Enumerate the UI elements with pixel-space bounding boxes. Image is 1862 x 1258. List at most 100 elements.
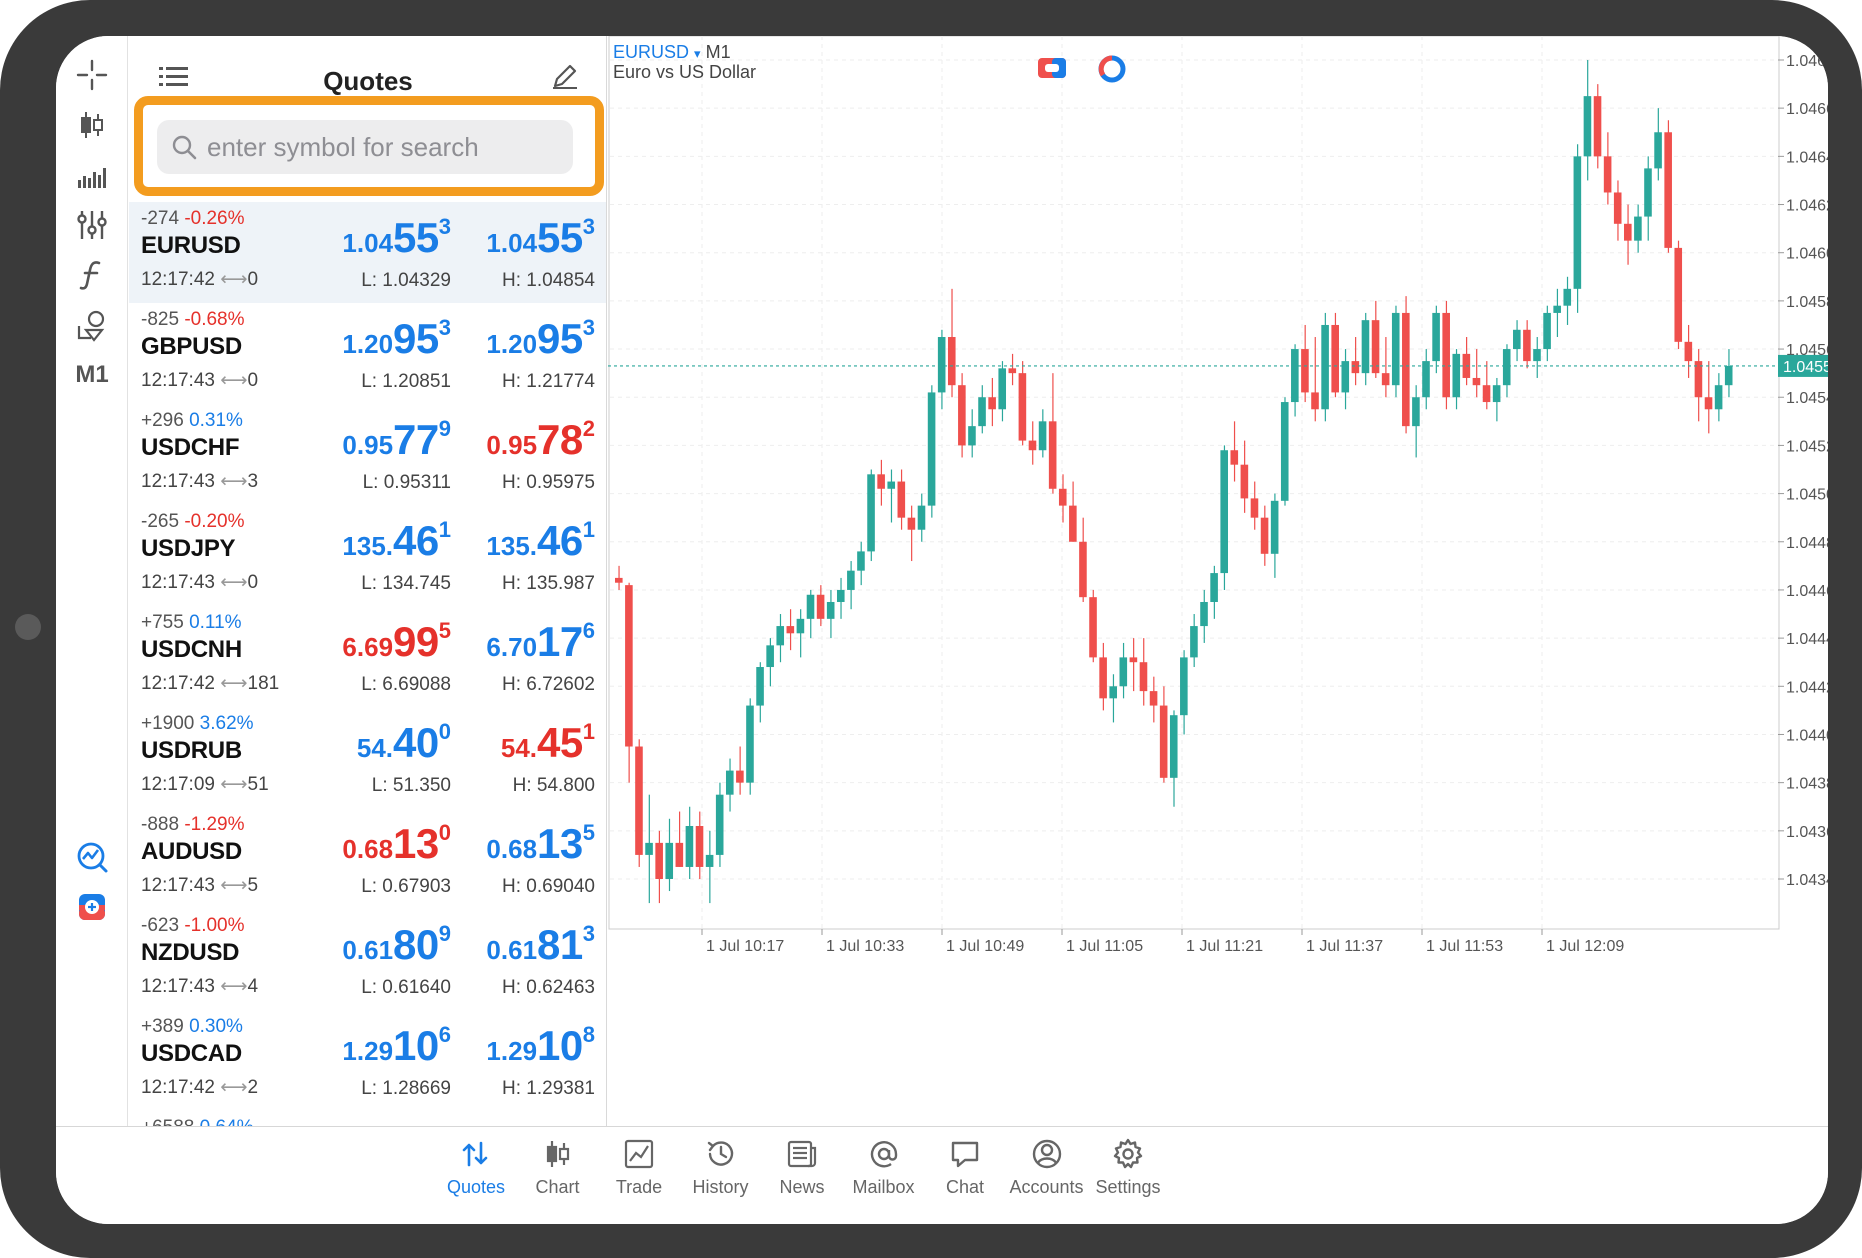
quote-row[interactable]: -265 -0.20% USDJPY 12:17:43 ⟷0 135.461 135.4… — [129, 505, 606, 606]
quote-row[interactable]: +1900 3.62% USDRUB 12:17:09 ⟷51 54.400 54.45… — [129, 707, 606, 808]
tab-label: Chart — [535, 1177, 580, 1197]
ask-price[interactable]: 0.61813 — [486, 923, 595, 966]
candle-body — [978, 397, 986, 427]
candle-body — [796, 618, 805, 634]
bid-price[interactable]: 54.400 — [357, 721, 451, 764]
quote-row[interactable]: -274 -0.26% EURUSD 12:17:42 ⟷0 1.04553 1.045… — [129, 202, 606, 303]
x-tick-label: 1 Jul 11:21 — [1186, 938, 1263, 955]
candle-body — [786, 626, 795, 634]
ask-price[interactable]: 1.29108 — [486, 1024, 595, 1067]
high-price: H: 6.72602 — [502, 674, 595, 695]
change-percent: 0.64% — [200, 1117, 254, 1126]
bid-price[interactable]: 0.68130 — [342, 822, 451, 865]
tab-settings[interactable]: Settings — [1080, 1137, 1176, 1217]
price-prefix: 0.95 — [486, 430, 538, 460]
quote-spread: 3 — [247, 471, 259, 492]
bid-price[interactable]: 6.69995 — [342, 620, 451, 663]
chart-symbol[interactable]: EURUSD ▾ M1 — [613, 42, 731, 63]
quote-row[interactable]: -888 -1.29% AUDUSD 12:17:43 ⟷5 0.68130 0.681… — [129, 808, 606, 909]
candle-body — [1432, 312, 1440, 362]
chart-area[interactable]: 1.04680 1.04660 1.04640 1.04620 1.04600 1.045… — [608, 36, 1828, 1126]
chat-bubble-icon — [951, 1141, 979, 1168]
candle-body — [1139, 662, 1148, 692]
price-prefix: 1.04 — [486, 228, 538, 258]
candle-body — [958, 385, 966, 446]
function-icon[interactable] — [56, 250, 128, 300]
ask-price[interactable]: 0.68135 — [486, 822, 595, 865]
quote-timestamp: 12:17:43 — [141, 572, 215, 593]
y-tick-label: 1.04340 — [1786, 872, 1828, 889]
indicator-sliders-icon[interactable] — [56, 200, 128, 250]
one-click-trade-icon[interactable] — [56, 882, 128, 932]
candle-body — [1129, 657, 1138, 663]
low-price: L: 134.745 — [361, 573, 451, 594]
ask-price[interactable]: 6.70176 — [486, 620, 595, 663]
candle-body — [1422, 361, 1430, 398]
ask-price[interactable]: 1.04553 — [486, 216, 595, 259]
history-clock-icon — [707, 1141, 733, 1166]
quote-symbol: USDCNH — [141, 636, 242, 663]
quote-row[interactable]: -825 -0.68% GBPUSD 12:17:43 ⟷0 1.20953 1.209… — [129, 303, 606, 404]
candlestick-icon[interactable] — [56, 100, 128, 150]
candle-body — [1371, 320, 1380, 374]
edit-pencil-icon[interactable] — [551, 62, 579, 90]
quote-spread: 0 — [247, 370, 259, 391]
bid-price[interactable]: 0.61809 — [342, 923, 451, 966]
y-tick-label: 1.04460 — [1786, 583, 1828, 600]
tablet-frame: M1 Quotes -274 -0.26%EURUSD12:17:42 ⟷01.… — [0, 0, 1862, 1258]
candle-body — [655, 842, 663, 879]
tab-label: Chat — [945, 1177, 985, 1197]
search-input[interactable] — [207, 131, 567, 163]
quote-change: +6588 0.64% — [141, 1117, 254, 1126]
change-percent: 3.62% — [199, 713, 254, 734]
candle-body — [1624, 223, 1632, 241]
market-depth-icon[interactable] — [1097, 54, 1127, 84]
candle-body — [1644, 168, 1652, 217]
bid-price[interactable]: 1.04553 — [342, 216, 451, 259]
candlestick-chart[interactable]: 1.04680 1.04660 1.04640 1.04620 1.04600 1.045… — [608, 36, 1828, 1126]
ask-price[interactable]: 1.20953 — [486, 317, 595, 360]
change-points: -265 — [141, 511, 180, 532]
ask-price[interactable]: 0.95782 — [486, 418, 595, 461]
quote-row[interactable]: +389 0.30% USDCAD 12:17:42 ⟷2 1.29106 1.2910… — [129, 1010, 606, 1111]
high-price: H: 1.04854 — [502, 270, 595, 291]
price-prefix: 54. — [500, 733, 538, 763]
quote-timestamp: 12:17:43 — [141, 976, 215, 997]
one-click-trading-icon[interactable] — [1037, 56, 1067, 80]
quote-row[interactable]: +296 0.31% USDCHF 12:17:43 ⟷3 0.95779 0.9578… — [129, 404, 606, 505]
low-price: L: 1.20851 — [361, 371, 451, 392]
y-tick-label: 1.04660 — [1786, 101, 1828, 118]
timeframe-selector[interactable]: M1 — [56, 350, 128, 400]
price-fractional: 3 — [582, 315, 595, 340]
bid-price[interactable]: 1.29106 — [342, 1024, 451, 1067]
bid-price[interactable]: 1.20953 — [342, 317, 451, 360]
candle-body — [1008, 368, 1017, 374]
ask-price[interactable]: 135.461 — [486, 519, 595, 562]
search-field[interactable] — [157, 120, 573, 174]
volume-bars-icon[interactable] — [56, 150, 128, 200]
candle-body — [705, 854, 714, 867]
price-fractional: 6 — [438, 1022, 451, 1047]
price-pips: 99 — [393, 618, 439, 665]
candle-body — [1603, 156, 1612, 193]
shapes-icon[interactable] — [56, 300, 128, 350]
ask-price[interactable]: 54.451 — [501, 721, 595, 764]
trading-signals-icon[interactable] — [56, 832, 128, 882]
y-tick-label: 1.04480 — [1786, 535, 1828, 552]
price-fractional: 3 — [438, 315, 451, 340]
change-percent: 0.31% — [189, 410, 243, 431]
price-pips: 95 — [393, 315, 439, 362]
bid-price[interactable]: 135.461 — [342, 519, 451, 562]
candle-body — [887, 481, 896, 489]
quote-row[interactable]: +755 0.11% USDCNH 12:17:42 ⟷181 6.69995 6.70… — [129, 606, 606, 707]
price-fractional: 5 — [438, 618, 451, 643]
candle-body — [1301, 349, 1309, 393]
quote-row[interactable]: +6588 0.64% — [129, 1111, 606, 1126]
crosshair-icon[interactable] — [56, 50, 128, 100]
quote-row[interactable]: -623 -1.00% NZDUSD 12:17:43 ⟷4 0.61809 0.618… — [129, 909, 606, 1010]
price-fractional: 3 — [582, 214, 595, 239]
candle-body — [1613, 192, 1622, 224]
candle-body — [998, 368, 1007, 410]
candle-body — [1200, 601, 1208, 627]
bid-price[interactable]: 0.95779 — [342, 418, 451, 461]
